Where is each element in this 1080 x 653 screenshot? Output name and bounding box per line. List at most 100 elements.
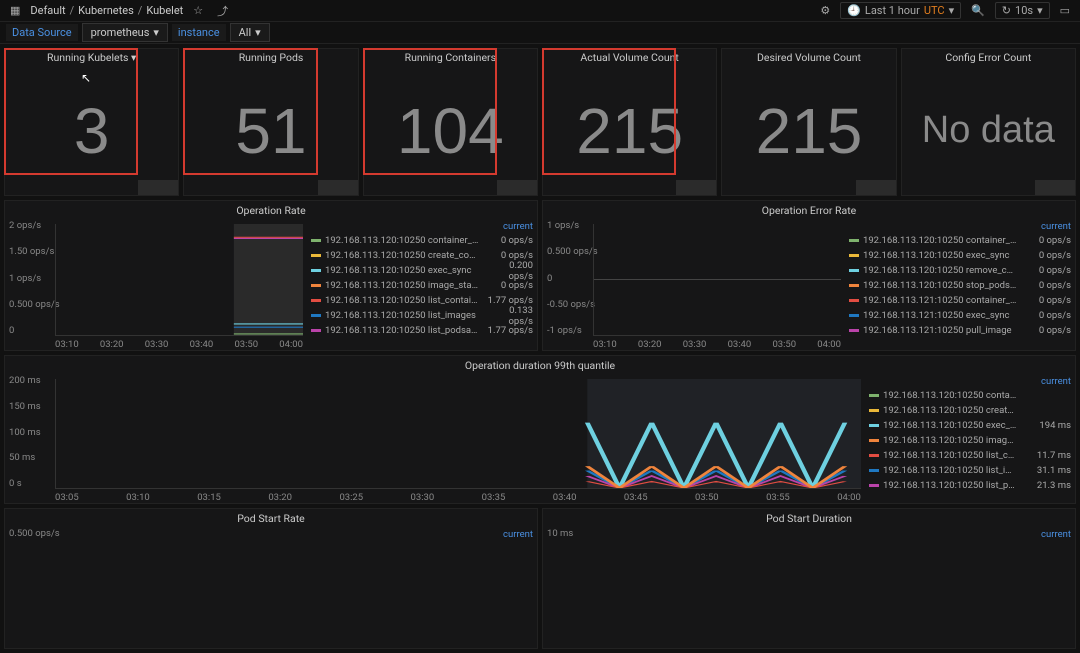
var-select-datasource[interactable]: prometheus▾ <box>82 23 168 42</box>
tick: 200 ms <box>9 375 41 386</box>
tick: 03:10 <box>126 492 150 503</box>
stat-panel[interactable]: Actual Volume Count215 <box>542 48 717 196</box>
crumb[interactable]: Kubelet <box>146 4 183 17</box>
legend-item[interactable]: 192.168.113.121:10250 container_status0 … <box>845 293 1075 308</box>
legend-swatch <box>869 409 879 412</box>
legend-item[interactable]: 192.168.113.121:10250 exec_sync 0 ops/s <box>845 308 1075 323</box>
legend-item[interactable]: 192.168.113.120:10250 exec_sync0 ops/s <box>845 248 1075 263</box>
legend-item[interactable]: 192.168.113.120:10250 exec_sync194 ms <box>865 418 1075 433</box>
legend-item[interactable]: 192.168.113.120:10250 list_podsandbox21.… <box>865 478 1075 493</box>
tick: 0 <box>547 273 598 284</box>
legend-item[interactable]: 192.168.113.120:10250 exec_sync0.200 ops… <box>307 263 537 278</box>
crumb[interactable]: Default <box>30 4 65 17</box>
legend-swatch <box>849 299 859 302</box>
refresh-picker[interactable]: ↻ 10s ▾ <box>995 2 1050 19</box>
legend-item[interactable]: 192.168.113.120:10250 container_status <box>865 388 1075 403</box>
panel-title: Actual Volume Count <box>543 49 716 66</box>
legend-item[interactable]: 192.168.113.120:10250 list_images31.1 ms <box>865 463 1075 478</box>
panel-title: Operation Error Rate <box>543 201 1075 220</box>
stat-panel[interactable]: Running Containers104 <box>363 48 538 196</box>
tick: 03:30 <box>145 339 169 350</box>
legend-item[interactable]: 192.168.113.120:10250 list_containers11.… <box>865 448 1075 463</box>
x-axis: 03:0503:1003:1503:2003:2503:3003:3503:40… <box>55 492 861 503</box>
panel-pod-start-duration[interactable]: Pod Start Duration 10 ms current <box>542 508 1076 649</box>
legend-item[interactable]: 192.168.113.120:10250 container_status0 … <box>845 233 1075 248</box>
tz-label: UTC <box>924 4 945 17</box>
legend-header: current <box>845 220 1075 233</box>
stat-panel[interactable]: Desired Volume Count215 <box>721 48 896 196</box>
variable-row: Data Source prometheus▾ instance All▾ <box>0 22 1080 44</box>
crumb[interactable]: Kubernetes <box>78 4 134 17</box>
var-label-datasource: Data Source <box>6 24 78 41</box>
tick: 03:05 <box>55 492 79 503</box>
legend-item[interactable]: 192.168.113.120:10250 image_status <box>865 433 1075 448</box>
legend-item[interactable]: 192.168.113.120:10250 list_images0.133 o… <box>307 308 537 323</box>
time-range-picker[interactable]: 🕘 Last 1 hour UTC ▾ <box>840 2 961 19</box>
star-icon[interactable]: ☆ <box>189 4 207 17</box>
tick: 03:30 <box>683 339 707 350</box>
legend-value: 0 ops/s <box>1021 310 1071 321</box>
legend-swatch <box>849 239 859 242</box>
panel-operation-error-rate[interactable]: Operation Error Rate 1 ops/s0.500 ops/s0… <box>542 200 1076 351</box>
stat-panel[interactable]: Running Kubelets ▾3↖ <box>4 48 179 196</box>
panel-operation-duration[interactable]: Operation duration 99th quantile 200 ms1… <box>4 355 1076 504</box>
legend-value: 0 ops/s <box>1021 250 1071 261</box>
chevron-down-icon: ▾ <box>153 26 159 39</box>
chevron-down-icon: ▾ <box>255 26 261 39</box>
legend-item[interactable]: 192.168.113.120:10250 image_status0 ops/… <box>307 278 537 293</box>
chevron-down-icon: ▾ <box>949 4 955 17</box>
var-value: All <box>239 26 252 39</box>
share-icon[interactable]: ⤴ <box>213 3 232 19</box>
tick: 03:10 <box>593 339 617 350</box>
sparkline <box>676 180 716 195</box>
legend-item[interactable]: 192.168.113.120:10250 container_status0 … <box>307 233 537 248</box>
zoom-out-icon[interactable]: 🔍 <box>967 4 989 17</box>
legend-swatch <box>311 239 321 242</box>
legend-swatch <box>311 299 321 302</box>
y-axis: 2 ops/s1.50 ops/s1 ops/s0.500 ops/s0 <box>9 220 60 336</box>
legend-label: 192.168.113.120:10250 list_podsandbox <box>325 325 479 336</box>
stat-value: 104 <box>364 66 537 195</box>
legend-swatch <box>869 484 879 487</box>
legend-item[interactable]: 192.168.113.120:10250 create_container <box>865 403 1075 418</box>
settings-icon[interactable]: ⚙ <box>816 4 834 17</box>
panel-pod-start-rate[interactable]: Pod Start Rate 0.500 ops/s current <box>4 508 538 649</box>
tick: 1 ops/s <box>9 273 60 284</box>
legend-swatch <box>869 454 879 457</box>
legend-label: 192.168.113.120:10250 list_images <box>883 465 1017 476</box>
legend-header: current <box>865 375 1075 388</box>
tick: 03:25 <box>339 492 363 503</box>
clock-icon: 🕘 <box>847 4 861 17</box>
legend-label: 192.168.113.120:10250 container_status <box>325 235 479 246</box>
legend-value: 0 ops/s <box>1021 325 1071 336</box>
legend-item[interactable]: 192.168.113.121:10250 pull_image0 ops/s <box>845 323 1075 338</box>
stat-row: Running Kubelets ▾3↖Running Pods51Runnin… <box>0 44 1080 200</box>
legend-label: 192.168.113.121:10250 exec_sync <box>863 310 1017 321</box>
legend-item[interactable]: 192.168.113.120:10250 remove_container 0 … <box>845 263 1075 278</box>
legend-value: 0 ops/s <box>1021 265 1071 276</box>
legend-item[interactable]: 192.168.113.120:10250 list_podsandbox1.7… <box>307 323 537 338</box>
tick: 150 ms <box>9 401 41 412</box>
sparkline <box>138 180 178 195</box>
legend-swatch <box>869 424 879 427</box>
panel-title: Config Error Count <box>902 49 1075 66</box>
tv-icon[interactable]: ▭ <box>1056 4 1074 17</box>
var-select-instance[interactable]: All▾ <box>230 23 270 42</box>
legend-header: current <box>845 528 1075 541</box>
tick: 10 ms <box>547 528 573 539</box>
stat-panel[interactable]: Running Pods51 <box>183 48 358 196</box>
sparkline <box>318 180 358 195</box>
legend-item[interactable]: 192.168.113.120:10250 stop_podsandbox0 o… <box>845 278 1075 293</box>
dashboard-grid-icon[interactable]: ▦ <box>6 4 24 17</box>
legend-header: current <box>307 528 537 541</box>
chart-plot <box>55 224 303 336</box>
stat-panel[interactable]: Config Error CountNo data <box>901 48 1076 196</box>
legend-value: 0 ops/s <box>1021 235 1071 246</box>
legend-label: 192.168.113.120:10250 list_images <box>325 310 479 321</box>
tick: 04:00 <box>279 339 303 350</box>
panel-operation-rate[interactable]: Operation Rate 2 ops/s1.50 ops/s1 ops/s0… <box>4 200 538 351</box>
legend-label: 192.168.113.120:10250 remove_container <box>863 265 1017 276</box>
tick: 0.500 ops/s <box>9 528 60 539</box>
tick: 0 s <box>9 478 41 489</box>
legend-swatch <box>311 269 321 272</box>
